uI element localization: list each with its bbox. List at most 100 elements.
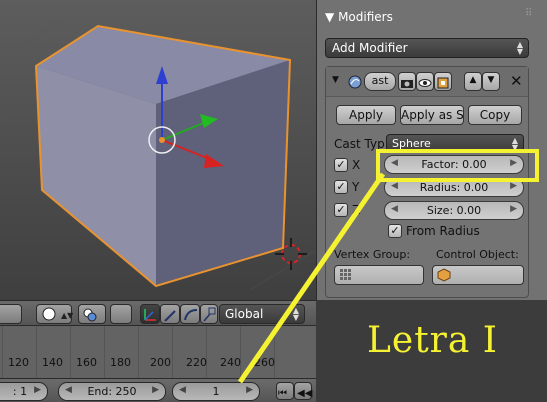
- updown-icon: ▲ ▼: [292, 306, 299, 322]
- current-frame-value: 1: [212, 385, 220, 398]
- move-icon[interactable]: [160, 304, 180, 324]
- timeline-tick: 200: [150, 356, 171, 369]
- vertex-group-label: Vertex Group:: [334, 248, 411, 261]
- arrow-left-icon: ◀: [65, 385, 72, 395]
- arrow-left-icon: ◀: [391, 181, 398, 191]
- factor-field[interactable]: ◀ Factor: 0.00 ▶: [384, 155, 524, 174]
- camera-icon[interactable]: [398, 72, 416, 91]
- arrow-right-icon: ▶: [152, 385, 159, 395]
- control-object-field[interactable]: [432, 265, 524, 285]
- arrow-up-icon[interactable]: ▲: [464, 72, 482, 91]
- translate-icon[interactable]: [140, 304, 160, 324]
- timeline-tick: 180: [110, 356, 131, 369]
- axis-z-checkbox[interactable]: ✓: [334, 203, 348, 217]
- 3d-viewport[interactable]: [0, 0, 316, 300]
- timeline-tick: 260: [254, 356, 275, 369]
- manipulator-toggle[interactable]: [110, 304, 132, 324]
- axis-x-label: X: [352, 158, 361, 172]
- svg-text:◀◀: ◀◀: [297, 388, 313, 399]
- arrow-right-icon: ▶: [246, 385, 253, 395]
- svg-text:▲▼: ▲▼: [61, 311, 73, 320]
- panel-title: Modifiers: [338, 10, 393, 24]
- arrow-down-icon[interactable]: ▼: [482, 72, 500, 91]
- cube-left-face: [36, 66, 156, 286]
- grip-icon[interactable]: ⠿: [525, 8, 537, 20]
- arrow-left-icon: ◀: [179, 385, 186, 395]
- control-object-label: Control Object:: [436, 248, 519, 261]
- cast-modifier-icon: [348, 75, 362, 89]
- modifier-name-field[interactable]: ast: [364, 72, 396, 91]
- axis-y-checkbox[interactable]: ✓: [334, 180, 348, 194]
- jump-start-button[interactable]: ⏮: [276, 382, 294, 400]
- cast-type-label: Cast Typ: [334, 137, 385, 151]
- timeline[interactable]: 120 140 160 180 200 220 240 260: [0, 326, 316, 378]
- close-icon[interactable]: ✕: [510, 72, 523, 90]
- expand-triangle-icon[interactable]: ▼: [332, 75, 339, 85]
- cast-modifier-box: ▼ ast ▲ ▼ ✕ Apply Apply as S Copy Cast T…: [325, 66, 529, 298]
- grid-icon: [340, 269, 351, 280]
- viewport-header: ▲▼ Global ▲ ▼: [0, 300, 316, 326]
- from-radius-checkbox[interactable]: ✓: [388, 224, 402, 238]
- size-field[interactable]: ◀ Size: 0.00 ▶: [384, 201, 524, 220]
- copy-button[interactable]: Copy: [468, 105, 522, 125]
- collapse-triangle-icon: ▼: [325, 10, 335, 24]
- apply-as-shape-label: Apply as Sh: [401, 108, 464, 122]
- updown-icon: ▲ ▼: [516, 40, 523, 56]
- factor-value: Factor: 0.00: [421, 158, 487, 171]
- blender-window: ▲▼ Global ▲ ▼ 120 140 160 180 200 220 24…: [0, 0, 547, 402]
- end-frame-value: End: 250: [87, 385, 137, 398]
- axis-y-label: Y: [352, 180, 360, 194]
- start-frame-field[interactable]: : 1 ▶: [0, 382, 48, 401]
- annotation-text: Letra I: [367, 320, 499, 361]
- radius-field[interactable]: ◀ Radius: 0.00 ▶: [384, 178, 524, 197]
- updown-icon: ▲ ▼: [511, 136, 518, 152]
- arrow-right-icon: ▶: [510, 158, 517, 168]
- jump-start-icon: ⏮: [278, 388, 287, 399]
- add-modifier-label: Add Modifier: [332, 41, 408, 55]
- scale-icon[interactable]: [200, 304, 218, 324]
- from-radius-label: From Radius: [406, 224, 480, 238]
- render-icon[interactable]: [434, 72, 452, 91]
- orientation-label: Global: [225, 307, 264, 321]
- end-frame-field[interactable]: ◀ End: 250 ▶: [58, 382, 166, 401]
- size-value: Size: 0.00: [426, 204, 482, 217]
- start-frame-value: : 1: [12, 385, 28, 398]
- eye-icon[interactable]: [416, 72, 434, 91]
- timeline-tick: 140: [42, 356, 63, 369]
- modifier-header: ▼ ast ▲ ▼ ✕: [326, 67, 528, 97]
- modifier-name: ast: [371, 74, 389, 87]
- arrow-right-icon: ▶: [34, 385, 41, 395]
- vertex-group-field[interactable]: [334, 265, 424, 285]
- axis-z-label: Z: [352, 203, 361, 217]
- properties-panel: ▼ Modifiers ⠿ Add Modifier ▲ ▼ ▼ ast ▲ ▼…: [316, 0, 547, 300]
- arrow-right-icon: ▶: [510, 204, 517, 214]
- apply-button[interactable]: Apply: [336, 105, 396, 125]
- rewind-button[interactable]: ◀◀: [294, 382, 313, 400]
- viewport-canvas: [0, 19, 316, 291]
- current-frame-field[interactable]: ◀ 1 ▶: [172, 382, 260, 401]
- arrow-left-icon: ◀: [391, 204, 398, 214]
- pivot-select[interactable]: [78, 304, 106, 324]
- apply-label: Apply: [349, 108, 383, 122]
- add-modifier-select[interactable]: Add Modifier ▲ ▼: [325, 38, 529, 58]
- modifiers-panel-header[interactable]: ▼ Modifiers: [325, 10, 393, 24]
- radius-value: Radius: 0.00: [419, 181, 489, 194]
- cast-type-value: Sphere: [392, 137, 431, 150]
- timeline-tick: 120: [8, 356, 29, 369]
- shading-select[interactable]: ▲▼: [36, 304, 74, 324]
- frame-bar: : 1 ▶ ◀ End: 250 ▶ ◀ 1 ▶ ⏮ ◀◀: [0, 378, 316, 402]
- timeline-tick: 240: [220, 356, 241, 369]
- cast-type-select[interactable]: Sphere ▲ ▼: [386, 134, 524, 153]
- copy-label: Copy: [479, 108, 511, 122]
- mode-select[interactable]: [0, 304, 22, 324]
- apply-as-shape-button[interactable]: Apply as Sh: [400, 105, 464, 125]
- arrow-right-icon: ▶: [510, 181, 517, 191]
- orientation-select[interactable]: Global ▲ ▼: [219, 304, 305, 324]
- timeline-tick: 220: [186, 356, 207, 369]
- timeline-tick: 160: [76, 356, 97, 369]
- cube-icon: [437, 268, 451, 282]
- timeline-ticks: 120 140 160 180 200 220 240 260: [0, 356, 316, 369]
- arrow-left-icon: ◀: [391, 158, 398, 168]
- rotate-icon[interactable]: [180, 304, 200, 324]
- axis-x-checkbox[interactable]: ✓: [334, 158, 348, 172]
